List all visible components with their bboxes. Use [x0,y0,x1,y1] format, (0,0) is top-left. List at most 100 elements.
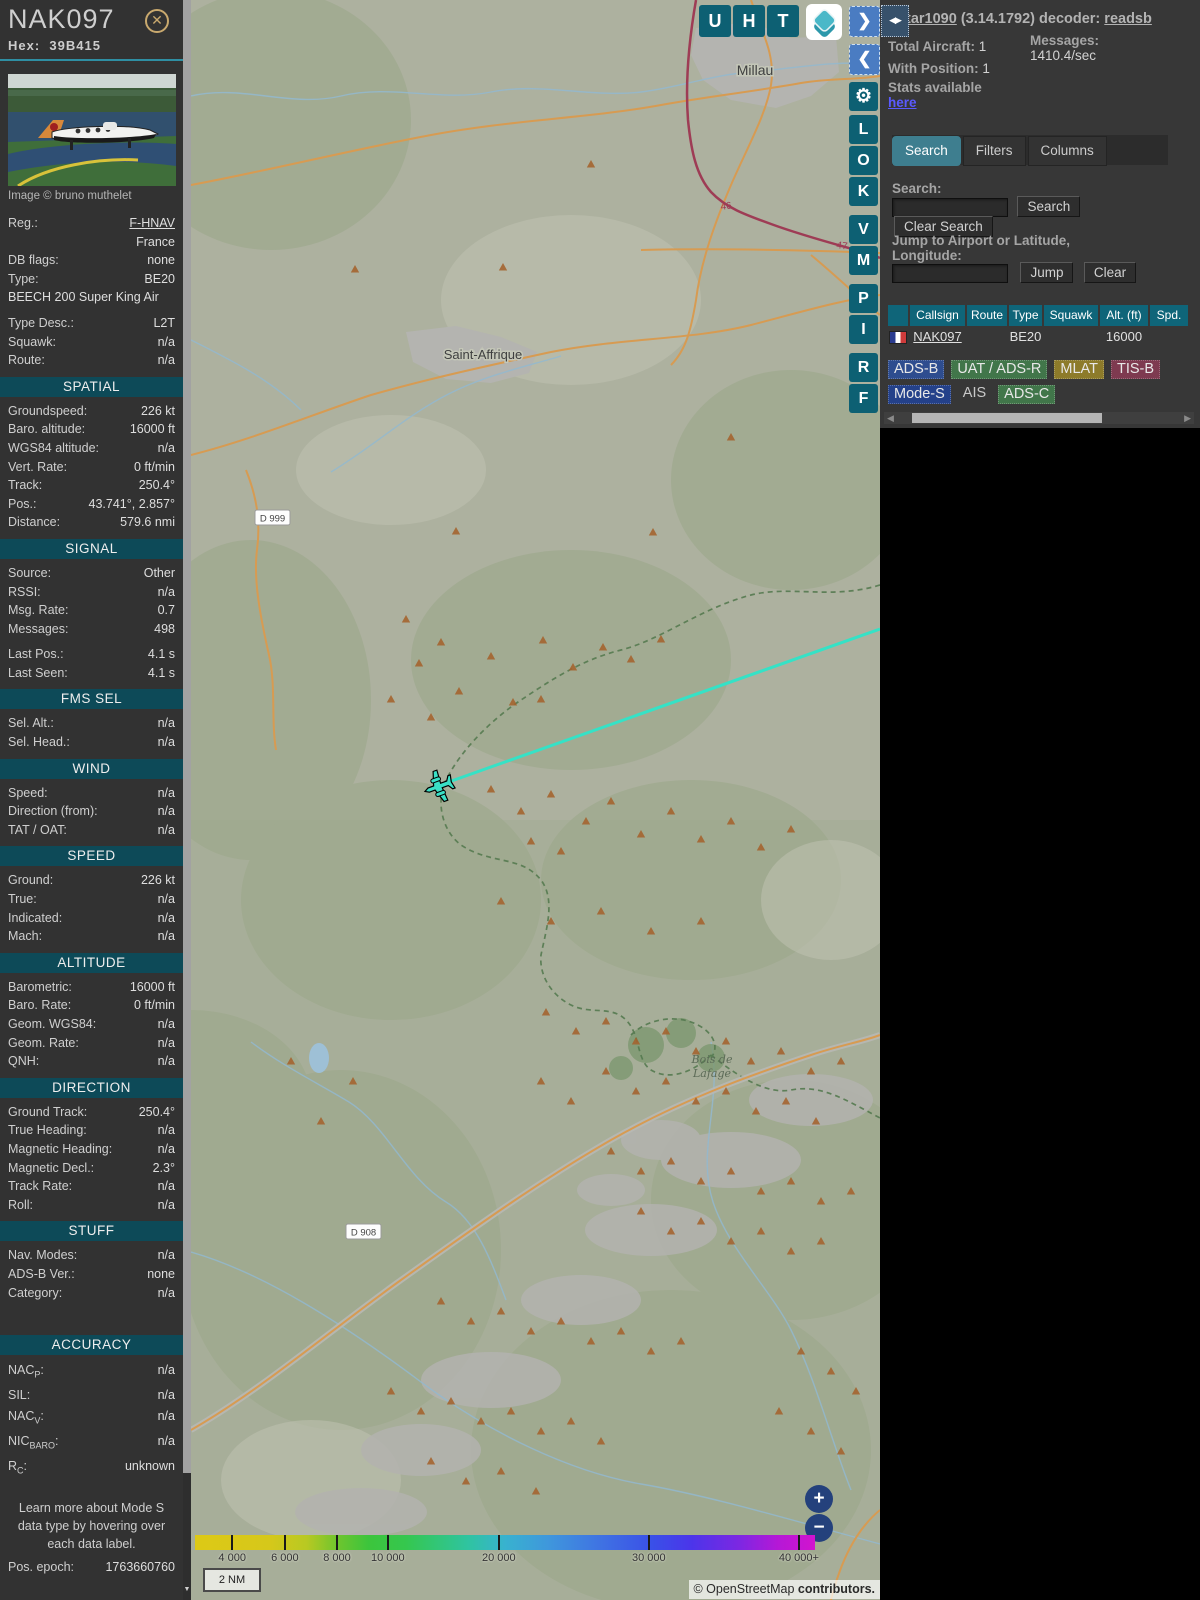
scrollbar-down-icon[interactable]: ▼ [183,1586,191,1593]
badge-mode-s[interactable]: Mode-S [888,385,951,404]
map-button-p[interactable]: P [849,284,878,313]
data-label: WGS84 altitude: [8,440,100,455]
search-input[interactable] [892,197,1008,217]
settings-button[interactable]: ⚙ [849,82,878,111]
search-button[interactable]: Search [1017,196,1081,217]
aircraft-list-panel: tar1090 (3.14.1792) decoder: readsb ◀▶ T… [880,0,1200,1600]
map-button-r[interactable]: R [849,353,878,382]
badge-ads-b[interactable]: ADS-B [888,360,945,379]
hscrollbar-thumb[interactable] [912,413,1102,423]
data-row: Baro. altitude: 16000 ft [0,420,183,439]
data-value: n/a [157,440,175,455]
flip-sidebar-button[interactable]: ◀▶ [881,5,909,37]
badge-tis-b[interactable]: TIS-B [1111,360,1161,379]
data-label: Route: [8,353,45,368]
data-value: n/a [157,785,175,800]
data-value: France [136,234,175,249]
data-value: n/a [157,929,175,944]
jump-input[interactable] [892,263,1008,283]
map-button-k[interactable]: K [849,177,878,206]
map-button-f[interactable]: F [849,384,878,413]
scroll-left-icon[interactable]: ◀ [887,412,894,424]
stats-link[interactable]: here [888,95,917,110]
data-value: n/a [157,1017,175,1031]
section-header: ACCURACY [0,1335,183,1356]
map-attribution[interactable]: © OpenStreetMap contributors. [688,1580,880,1599]
column-header-Spd.[interactable]: Spd. [1150,305,1188,326]
data-row: True: n/a [0,890,183,909]
data-row: DB flags: none [0,251,183,270]
panel-collapse-left-button[interactable]: ❮ [849,44,880,75]
data-row: France [0,233,183,252]
left-panel-scrollbar[interactable]: ▼ [183,0,191,1600]
zoom-in-button[interactable]: + [805,1485,833,1513]
data-label: Ground Track: [8,1104,88,1119]
map-button-l[interactable]: L [849,115,878,144]
cell: BE20 [1009,329,1042,345]
registration-link[interactable]: F-HNAV [129,216,175,230]
map-button-h[interactable]: H [733,5,765,37]
section-header: STUFF [0,1221,183,1242]
panel-expand-right-button[interactable]: ❯ [849,6,880,37]
close-icon[interactable]: ✕ [145,9,169,33]
data-label: Magnetic Decl.: [8,1160,95,1175]
data-label: Track: [8,478,43,493]
clear-button[interactable]: Clear [1083,262,1137,283]
column-header-Route[interactable]: Route [967,305,1007,326]
flag-cell [888,328,908,345]
data-row: Geom. WGS84: n/a [0,1015,183,1034]
table-row[interactable]: NAK097 BE20 16000 [888,328,1200,345]
badge-uat-ads-r[interactable]: UAT / ADS-R [951,360,1048,379]
badge-mlat[interactable]: MLAT [1054,360,1104,379]
data-value: 4.1 s [147,647,175,662]
map-button-o[interactable]: O [849,146,878,175]
legend-tick-label: 6 000 [271,1552,299,1564]
tab-filters[interactable]: Filters [962,136,1026,166]
data-value: none [147,253,175,268]
data-label: Msg. Rate: [8,603,69,618]
map-button-v[interactable]: V [849,215,878,244]
pos-epoch-row[interactable]: Pos. epoch: 1763660760 [0,1558,183,1577]
jump-button[interactable]: Jump [1020,262,1074,283]
data-label: Category: [8,1285,63,1300]
tab-search[interactable]: Search [892,136,961,166]
data-label: Groundspeed: [8,403,88,418]
section-header: SIGNAL [0,538,183,559]
column-header-icon[interactable] [888,305,908,326]
data-value: n/a [157,1433,175,1448]
data-row: Route: n/a [0,351,183,370]
layers-button[interactable] [806,4,842,40]
data-label: Squawk: [8,334,56,349]
map-button-u[interactable]: U [699,5,731,37]
data-row: Last Pos.: 4.1 s [0,645,183,664]
column-header-Callsign[interactable]: Callsign [910,305,965,326]
map-button-i[interactable]: I [849,315,878,344]
data-label: Vert. Rate: [8,459,68,474]
data-row: Type: BE20 [0,270,183,289]
data-label: TAT / OAT: [8,822,67,837]
callsign-link[interactable]: NAK097 [913,329,961,344]
data-value: n/a [157,892,175,907]
column-header-Type[interactable]: Type [1009,305,1042,326]
scroll-right-icon[interactable]: ▶ [1184,412,1191,424]
data-label: Nav. Modes: [8,1248,78,1263]
scrollbar-thumb[interactable] [183,0,191,1473]
map-canvas[interactable]: 46 47 Millau Saint-Affrique Bois de Lafa… [191,0,880,1600]
data-value: n/a [157,334,175,349]
map-button-m[interactable]: M [849,246,878,275]
badge-ads-c[interactable]: ADS-C [998,385,1056,404]
tab-columns[interactable]: Columns [1027,136,1107,166]
list-panel-content: tar1090 (3.14.1792) decoder: readsb ◀▶ T… [880,0,1200,428]
decoder-link[interactable]: readsb [1104,11,1152,27]
data-value: n/a [157,1363,175,1378]
data-value: none [147,1266,175,1281]
app-name-link[interactable]: tar1090 [906,11,957,27]
data-row: Roll: n/a [0,1196,183,1215]
chevron-left-icon: ❮ [857,49,872,68]
badge-ais[interactable]: AIS [958,385,991,404]
column-header-Squawk[interactable]: Squawk [1044,305,1098,326]
table-horizontal-scrollbar[interactable]: ◀ ▶ [884,412,1194,424]
data-label: QNH: [8,1054,40,1069]
column-header-Alt. (ft)[interactable]: Alt. (ft) [1100,305,1148,326]
map-button-t[interactable]: T [767,5,799,37]
